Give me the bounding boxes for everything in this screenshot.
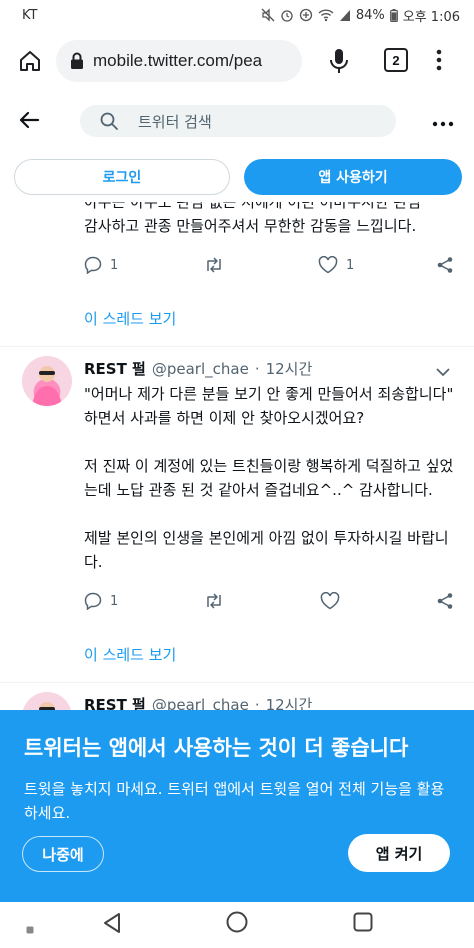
nav-recents-button[interactable] bbox=[353, 912, 373, 936]
share-button[interactable] bbox=[436, 256, 454, 274]
like-count: 1 bbox=[346, 257, 355, 273]
home-icon bbox=[20, 51, 40, 71]
tweet-time[interactable]: 12시간 bbox=[266, 358, 313, 379]
nav-back-button[interactable] bbox=[102, 912, 122, 938]
banner-description: 트윗을 놓치지 마세요. 트위터 앱에서 트윗을 열어 전체 기능을 활용하세요… bbox=[24, 780, 445, 822]
signal-icon bbox=[339, 9, 350, 21]
microphone-icon bbox=[330, 49, 348, 73]
login-button[interactable]: 로그인 bbox=[14, 159, 230, 195]
more-options-button[interactable] bbox=[432, 112, 454, 131]
arrow-left-icon bbox=[19, 111, 40, 129]
address-bar[interactable]: mobile.twitter.com/pea bbox=[56, 40, 302, 82]
system-nav-bar bbox=[0, 902, 474, 948]
auth-bar: 로그인 앱 사용하기 bbox=[0, 152, 474, 202]
carrier-label: KT bbox=[22, 7, 38, 23]
vertical-dots-icon bbox=[436, 49, 442, 71]
tweet-actions: 1 1 bbox=[84, 256, 464, 280]
twitter-header: 트위터 검색 bbox=[0, 92, 474, 150]
back-button[interactable] bbox=[18, 109, 40, 135]
banner-title: 트위터는 앱에서 사용하는 것이 더 좋습니다 bbox=[24, 736, 409, 760]
share-icon bbox=[437, 593, 453, 609]
tweet-actions: 1 bbox=[84, 592, 464, 616]
reply-count: 1 bbox=[110, 257, 119, 273]
search-input[interactable]: 트위터 검색 bbox=[80, 105, 396, 137]
circle-home-icon bbox=[226, 911, 248, 933]
status-bar: KT 84% 오후 1:06 bbox=[0, 0, 474, 30]
tweet-text: 아무는 아무도 관심 없는 저에게 이런 어마무시한 관심 감사하고 관종 만들… bbox=[84, 202, 464, 250]
retweet-icon bbox=[207, 593, 221, 609]
user-handle[interactable]: @pearl_chae bbox=[152, 360, 249, 378]
like-button[interactable]: 1 bbox=[318, 256, 354, 274]
retweet-button[interactable] bbox=[204, 256, 224, 274]
reply-button[interactable]: 1 bbox=[84, 256, 118, 274]
mute-icon bbox=[261, 8, 275, 22]
triangle-back-icon bbox=[104, 913, 120, 933]
share-button[interactable] bbox=[436, 592, 454, 610]
tweet-text-line: 감사하고 관종 만들어주셔서 무한한 감동을 느낍니다. bbox=[84, 217, 417, 235]
reply-button[interactable]: 1 bbox=[84, 592, 118, 610]
use-app-button[interactable]: 앱 사용하기 bbox=[244, 159, 462, 195]
app-promo-banner: 트위터는 앱에서 사용하는 것이 더 좋습니다 트윗을 놓치지 마세요. 트위터… bbox=[0, 710, 474, 902]
square-recents-icon bbox=[353, 912, 373, 932]
separator: · bbox=[254, 359, 260, 378]
tweet-header: REST 펄 @pearl_chae · 12시간 bbox=[84, 358, 312, 379]
chevron-down-icon bbox=[436, 368, 450, 377]
home-button[interactable] bbox=[10, 41, 50, 81]
reply-icon bbox=[84, 256, 102, 274]
browser-menu-button[interactable] bbox=[432, 48, 446, 76]
battery-icon bbox=[389, 8, 398, 22]
divider bbox=[0, 346, 474, 347]
tab-switcher-button[interactable]: 2 bbox=[384, 48, 408, 72]
reply-count: 1 bbox=[110, 593, 119, 609]
tweet-paragraph: "어머나 제가 다른 분들 보기 안 좋게 만들어서 죄송합니다" 하면서 사과… bbox=[84, 385, 454, 427]
share-icon bbox=[437, 257, 453, 273]
reply-icon bbox=[84, 592, 102, 610]
avatar[interactable] bbox=[22, 356, 72, 406]
heart-icon bbox=[318, 256, 338, 274]
tweet-text-line: 아무는 아무도 관심 없는 저에게 이런 어마무시한 관심 bbox=[84, 202, 421, 211]
url-text: mobile.twitter.com/pea bbox=[93, 51, 263, 70]
search-icon bbox=[100, 112, 118, 130]
battery-percent: 84% bbox=[355, 7, 385, 23]
divider bbox=[0, 682, 474, 683]
retweet-icon bbox=[207, 257, 221, 273]
avatar-image bbox=[32, 366, 62, 406]
data-saver-icon bbox=[299, 8, 312, 22]
square-dot-icon bbox=[26, 926, 34, 934]
search-placeholder: 트위터 검색 bbox=[138, 112, 212, 131]
tab-count: 2 bbox=[392, 52, 400, 68]
nav-home-button[interactable] bbox=[226, 911, 248, 937]
open-app-button[interactable]: 앱 켜기 bbox=[348, 834, 450, 872]
heart-icon bbox=[320, 592, 340, 610]
tweet-text: "어머나 제가 다른 분들 보기 안 좋게 만들어서 죄송합니다" 하면서 사과… bbox=[84, 382, 456, 598]
retweet-button[interactable] bbox=[204, 592, 224, 610]
clock: 오후 1:06 bbox=[402, 9, 460, 25]
lock-icon bbox=[71, 52, 83, 69]
view-thread-link[interactable]: 이 스레드 보기 bbox=[84, 308, 176, 329]
voice-search-button[interactable] bbox=[327, 47, 351, 79]
nav-dot-indicator bbox=[26, 919, 34, 938]
browser-toolbar: mobile.twitter.com/pea 2 bbox=[0, 30, 474, 92]
alarm-icon bbox=[281, 10, 293, 22]
tweet-paragraph: 저 진짜 이 계정에 있는 트친들이랑 행복하게 덕질하고 싶었는데 노답 관종… bbox=[84, 457, 454, 499]
display-name[interactable]: REST 펄 bbox=[84, 358, 146, 379]
tweet-menu-button[interactable] bbox=[436, 362, 450, 381]
later-button[interactable]: 나중에 bbox=[22, 836, 104, 872]
wifi-icon bbox=[318, 9, 334, 22]
like-button[interactable] bbox=[320, 592, 340, 610]
view-thread-link[interactable]: 이 스레드 보기 bbox=[84, 644, 176, 665]
tweet-paragraph: 제발 본인의 인생을 본인에게 아낌 없이 투자하시길 바랍니다. bbox=[84, 529, 449, 571]
horizontal-dots-icon bbox=[432, 121, 454, 127]
